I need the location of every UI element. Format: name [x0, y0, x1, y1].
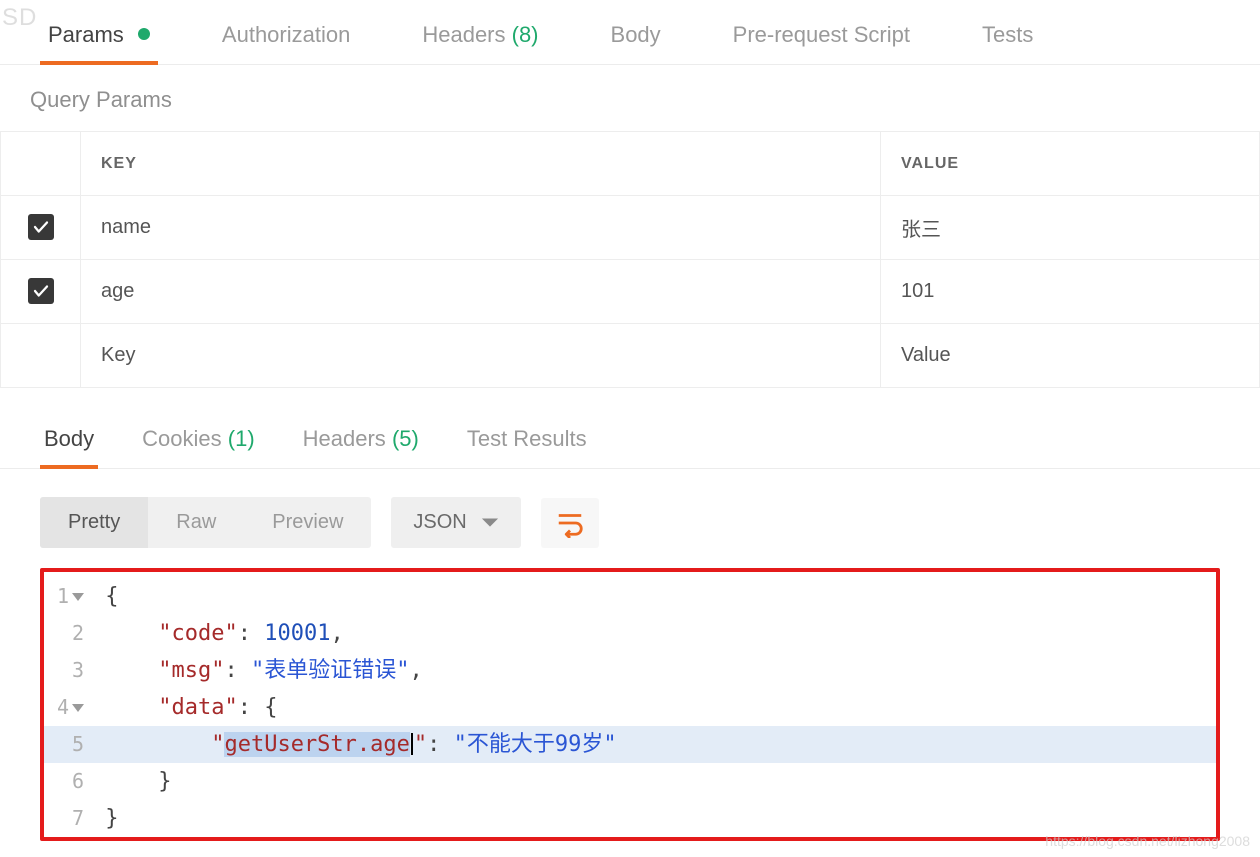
check-icon	[32, 218, 50, 236]
col-value: VALUE	[881, 132, 1260, 196]
format-select[interactable]: JSON	[391, 497, 520, 548]
view-pretty-button[interactable]: Pretty	[40, 497, 148, 548]
view-raw-button[interactable]: Raw	[148, 497, 244, 548]
watermark-bottom: https://blog.csdn.net/lizhong2008	[1045, 833, 1250, 849]
view-preview-button[interactable]: Preview	[244, 497, 371, 548]
row-checkbox[interactable]	[28, 214, 54, 240]
rtab-cookies[interactable]: Cookies (1)	[138, 418, 259, 468]
format-select-label: JSON	[413, 511, 466, 534]
params-active-dot-icon	[138, 28, 150, 40]
response-body-json[interactable]: 1 { 2 "code": 10001, 3 "msg": "表单验证错误", …	[40, 568, 1220, 841]
tab-body[interactable]: Body	[603, 10, 669, 64]
json-line: 7 }	[44, 800, 1216, 837]
response-tabs: Body Cookies (1) Headers (5) Test Result…	[0, 388, 1260, 469]
json-line: 4 "data": {	[44, 689, 1216, 726]
rtab-body[interactable]: Body	[40, 418, 98, 468]
row-checkbox[interactable]	[28, 278, 54, 304]
section-title-query-params: Query Params	[0, 65, 1260, 131]
fold-icon[interactable]	[72, 704, 84, 712]
check-icon	[32, 282, 50, 300]
tab-headers[interactable]: Headers (8)	[414, 10, 546, 64]
tab-authorization[interactable]: Authorization	[214, 10, 358, 64]
tab-params-label: Params	[48, 22, 124, 47]
col-checkbox	[1, 132, 81, 196]
rtab-cookies-count: (1)	[228, 426, 255, 451]
json-line: 1 {	[44, 578, 1216, 615]
watermark-top: SD	[2, 4, 37, 32]
table-row: age 101	[1, 260, 1260, 324]
cell-value[interactable]: 101	[881, 260, 1260, 324]
cell-key[interactable]: age	[81, 260, 881, 324]
tab-pre-request[interactable]: Pre-request Script	[725, 10, 918, 64]
wrap-lines-button[interactable]	[541, 498, 599, 548]
key-input[interactable]: Key	[81, 324, 881, 388]
cell-key[interactable]: name	[81, 196, 881, 260]
view-mode-group: Pretty Raw Preview	[40, 497, 371, 548]
tab-tests[interactable]: Tests	[974, 10, 1041, 64]
text-cursor-icon	[411, 733, 413, 755]
request-tabs: Params Authorization Headers (8) Body Pr…	[0, 0, 1260, 65]
value-input[interactable]: Value	[881, 324, 1260, 388]
tab-headers-count: (8)	[512, 22, 539, 47]
col-key: KEY	[81, 132, 881, 196]
fold-icon[interactable]	[72, 593, 84, 601]
json-line-highlight: 5 "getUserStr.age": "不能大于99岁"	[44, 726, 1216, 763]
json-line: 6 }	[44, 763, 1216, 800]
rtab-cookies-label: Cookies	[142, 426, 221, 451]
table-row-empty: Key Value	[1, 324, 1260, 388]
query-params-table: KEY VALUE name 张三 age 101 Key	[0, 131, 1260, 388]
selected-text: getUserStr.age	[224, 732, 409, 757]
rtab-headers[interactable]: Headers (5)	[299, 418, 423, 468]
chevron-down-icon	[481, 517, 499, 529]
rtab-test-results[interactable]: Test Results	[463, 418, 591, 468]
wrap-icon	[555, 508, 585, 538]
table-row: name 张三	[1, 196, 1260, 260]
json-line: 2 "code": 10001,	[44, 615, 1216, 652]
view-controls: Pretty Raw Preview JSON	[0, 469, 1260, 568]
tab-headers-label: Headers	[422, 22, 505, 47]
cell-value[interactable]: 张三	[881, 196, 1260, 260]
rtab-headers-label: Headers	[303, 426, 386, 451]
json-line: 3 "msg": "表单验证错误",	[44, 652, 1216, 689]
rtab-headers-count: (5)	[392, 426, 419, 451]
tab-params[interactable]: Params	[40, 10, 158, 64]
